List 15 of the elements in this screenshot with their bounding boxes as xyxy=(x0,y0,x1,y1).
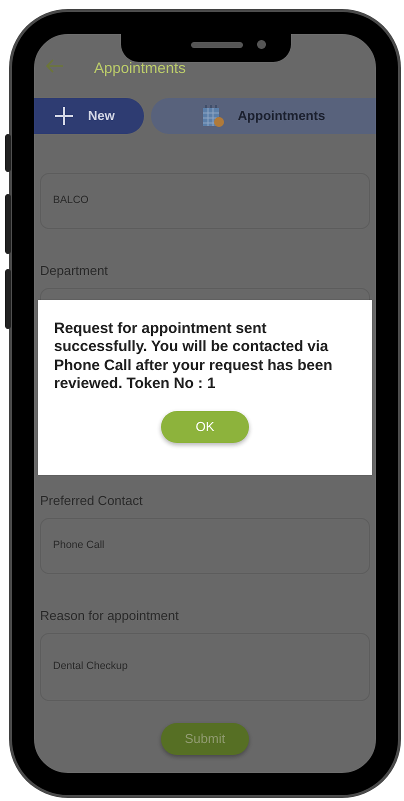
submit-button[interactable]: Submit xyxy=(161,723,249,755)
input-field[interactable]: BALCO xyxy=(40,173,370,229)
new-tab[interactable]: New xyxy=(34,98,144,134)
field-label: Preferred Contact xyxy=(40,492,144,510)
input-field[interactable]: Phone Call xyxy=(40,518,370,574)
input-field[interactable]: Dental Checkup xyxy=(40,633,370,701)
appointments-tab[interactable]: Appointments xyxy=(151,98,376,134)
field-label: Reason for appointment xyxy=(40,607,180,625)
calendar-icon xyxy=(202,104,224,128)
back-arrow-icon[interactable] xyxy=(46,59,64,73)
plus-icon xyxy=(54,106,74,126)
dialog-message: Request for appointment sent successfully. You will be contacted via Phone Call after your request has been reviewed. Token No : 1 xyxy=(54,320,334,394)
screen-title: Appointments xyxy=(94,58,186,79)
ok-button[interactable]: OK xyxy=(161,411,249,444)
field-label: Department xyxy=(40,262,109,280)
